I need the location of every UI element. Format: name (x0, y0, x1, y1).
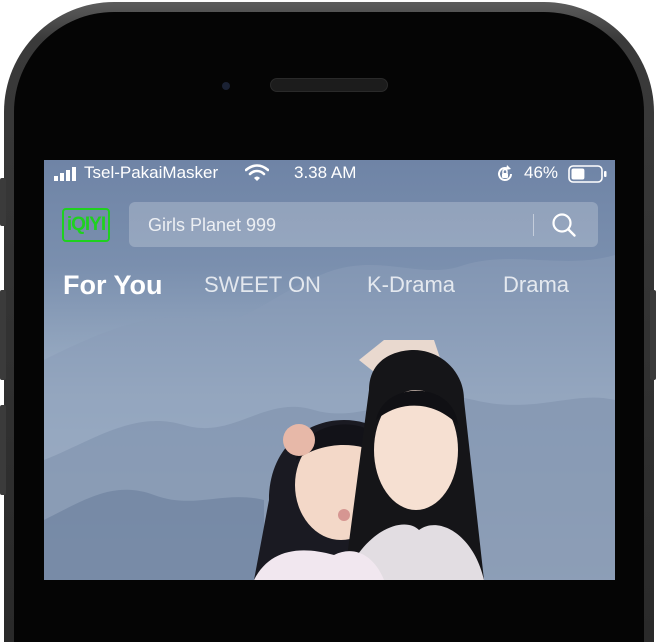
clock: 3.38 AM (294, 163, 357, 182)
hero-banner-image[interactable] (44, 340, 615, 580)
battery-percentage: 46% (524, 163, 559, 182)
power-button (650, 290, 656, 380)
search-divider (533, 214, 534, 236)
search-placeholder: Girls Planet 999 (148, 215, 277, 235)
search-bar[interactable]: Girls Planet 999 (129, 202, 598, 247)
orientation-lock-icon (498, 165, 512, 181)
tab-sweet-on[interactable]: SWEET ON (204, 272, 321, 298)
volume-up-button (0, 290, 6, 380)
tab-for-you[interactable]: For You (63, 270, 163, 301)
logo-text: iQIYI (66, 214, 106, 235)
category-tabs: For You SWEET ON K-Drama Drama (44, 270, 615, 312)
front-camera (222, 82, 230, 90)
battery-icon (568, 165, 607, 183)
volume-down-button (0, 405, 6, 495)
app-screen: Tsel-PakaiMasker 3.38 AM 46% iQIYI Girls… (44, 160, 615, 580)
tab-k-drama[interactable]: K-Drama (367, 272, 455, 298)
earpiece-speaker (270, 78, 388, 92)
status-bar: Tsel-PakaiMasker 3.38 AM 46% (44, 160, 615, 188)
search-icon[interactable] (551, 212, 577, 238)
signal-icon (54, 167, 76, 181)
tab-drama[interactable]: Drama (503, 272, 569, 298)
wifi-icon (245, 164, 269, 181)
carrier-name: Tsel-PakaiMasker (84, 163, 219, 182)
iqiyi-logo[interactable]: iQIYI (62, 208, 110, 242)
mute-switch (0, 178, 6, 226)
